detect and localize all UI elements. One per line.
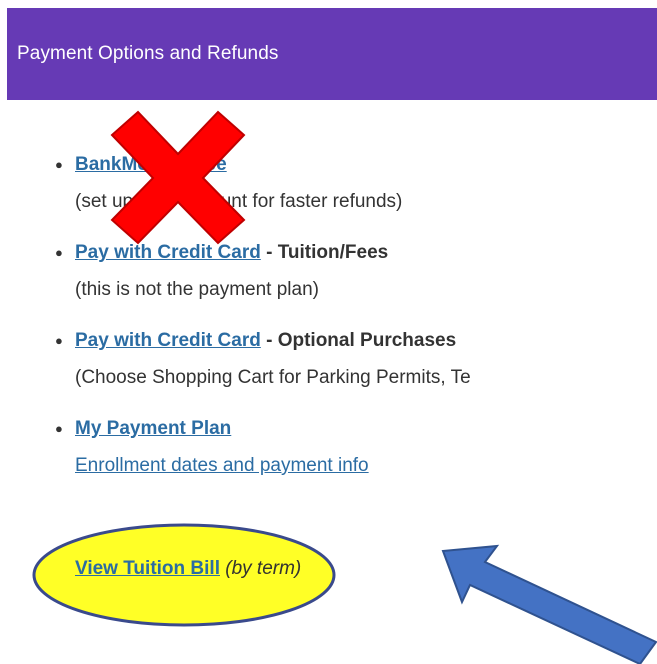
bullet-icon: ● bbox=[55, 421, 63, 436]
optional-purchases-label: - Optional Purchases bbox=[260, 330, 457, 351]
by-term-note-foreground: (by term) bbox=[219, 558, 302, 579]
tuition-bill-row-foreground: View Tuition Bill (by term) bbox=[75, 550, 301, 587]
list-item-bankmobile: ● BankMobile Vibe (set up your account f… bbox=[55, 146, 657, 220]
view-tuition-bill-link-foreground[interactable]: View Tuition Bill bbox=[75, 558, 220, 579]
page: Payment Options and Refunds ● BankMobile… bbox=[0, 0, 657, 664]
list-item-payment-plan: ● My Payment Plan Enrollment dates and p… bbox=[55, 410, 657, 484]
pay-credit-card-optional-link[interactable]: Pay with Credit Card bbox=[75, 330, 261, 351]
payment-options-list: ● BankMobile Vibe (set up your account f… bbox=[55, 146, 657, 484]
bullet-icon: ● bbox=[55, 333, 63, 348]
bullet-icon: ● bbox=[55, 245, 63, 260]
list-item-credit-optional: ● Pay with Credit Card - Optional Purcha… bbox=[55, 322, 657, 396]
bankmobile-note: (set up your account for faster refunds) bbox=[75, 191, 403, 212]
bullet-icon: ● bbox=[55, 157, 63, 172]
section-header: Payment Options and Refunds bbox=[7, 8, 657, 100]
my-payment-plan-link[interactable]: My Payment Plan bbox=[75, 418, 231, 439]
optional-note: (Choose Shopping Cart for Parking Permit… bbox=[75, 367, 471, 388]
section-title: Payment Options and Refunds bbox=[17, 43, 279, 64]
tuition-note: (this is not the payment plan) bbox=[75, 279, 319, 300]
bankmobile-vibe-link[interactable]: BankMobile Vibe bbox=[75, 154, 227, 175]
blue-arrow-icon bbox=[441, 544, 657, 664]
list-item-credit-tuition: ● Pay with Credit Card - Tuition/Fees (t… bbox=[55, 234, 657, 308]
tuition-fees-label: - Tuition/Fees bbox=[260, 242, 389, 263]
pay-credit-card-tuition-link[interactable]: Pay with Credit Card bbox=[75, 242, 261, 263]
enrollment-dates-link[interactable]: Enrollment dates and payment info bbox=[75, 455, 369, 476]
